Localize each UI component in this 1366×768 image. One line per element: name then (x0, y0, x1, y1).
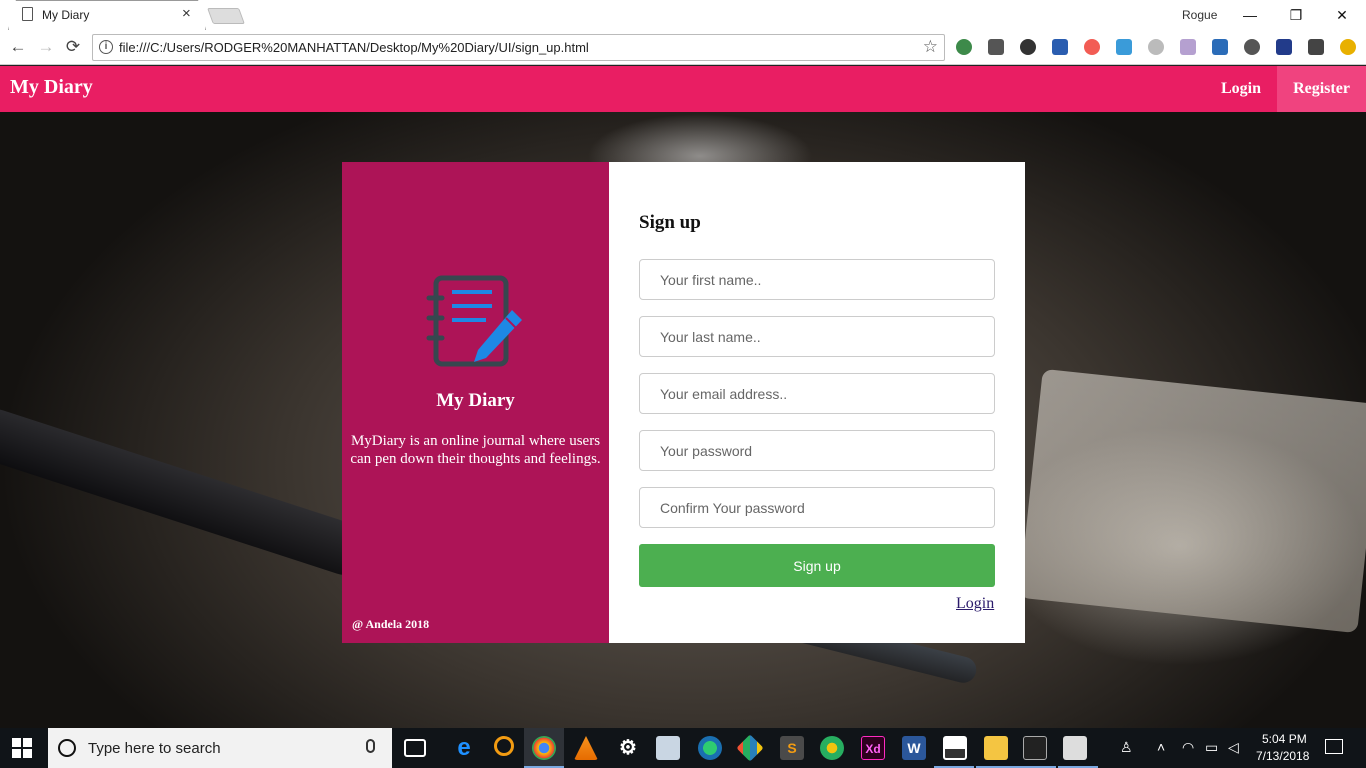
close-window-button[interactable]: ✕ (1319, 2, 1365, 28)
people-icon[interactable]: ♙ (1120, 739, 1133, 756)
minimize-button[interactable]: — (1227, 2, 1273, 28)
info-icon[interactable]: i (99, 40, 113, 54)
page: My Diary Login Register My Diary MyDiary… (0, 66, 1366, 728)
wifi-icon[interactable]: ◠ (1182, 739, 1194, 756)
bookmark-star-icon[interactable]: ☆ (923, 37, 938, 57)
pdf-icon[interactable] (1180, 39, 1196, 55)
terminal-icon[interactable] (1023, 736, 1047, 760)
download-icon[interactable] (1308, 39, 1324, 55)
email-field[interactable] (639, 373, 995, 414)
alert-icon[interactable] (1340, 39, 1356, 55)
cancel-icon[interactable] (1084, 39, 1100, 55)
search-app-icon[interactable] (494, 736, 514, 756)
browser-toolbar: ← → ⟳ i file:///C:/Users/RODGER%20MANHAT… (0, 30, 1366, 65)
last-name-field[interactable] (639, 316, 995, 357)
background-pen (0, 402, 378, 582)
globe-icon[interactable] (956, 39, 972, 55)
panel-title: My Diary (436, 390, 515, 411)
signup-button[interactable]: Sign up (639, 544, 995, 587)
windows-start-icon[interactable] (12, 738, 32, 758)
volume-icon[interactable]: ◁ (1228, 739, 1239, 756)
bus-icon[interactable] (988, 39, 1004, 55)
microphone-icon[interactable] (366, 739, 375, 753)
restore-button[interactable]: ❐ (1273, 2, 1319, 28)
chrome-icon[interactable] (532, 736, 556, 760)
first-name-field[interactable] (639, 259, 995, 300)
forward-button[interactable]: → (36, 37, 56, 57)
address-bar[interactable]: i file:///C:/Users/RODGER%20MANHATTAN/De… (92, 34, 945, 61)
reload-button[interactable]: ⟳ (63, 37, 83, 57)
notifications-icon[interactable] (1325, 739, 1343, 754)
taskbar-search[interactable]: Type here to search (48, 728, 392, 768)
clock-time[interactable]: 5:04 PM (1262, 732, 1307, 746)
image-icon[interactable] (1116, 39, 1132, 55)
background-notebook (1018, 368, 1366, 634)
notebook-pen-icon (426, 275, 522, 367)
panel-description: MyDiary is an online journal where users… (350, 433, 601, 467)
brand-link[interactable]: My Diary (10, 76, 93, 99)
taskbar: Type here to search e ⚙ S Xd W ♙ ˄ ◠ ▭ ◁… (0, 728, 1366, 768)
confirm-password-field[interactable] (639, 487, 995, 528)
login-link[interactable]: Login (956, 595, 994, 613)
panel-footer: @ Andela 2018 (352, 617, 430, 631)
snail-icon[interactable] (820, 736, 844, 760)
settings-icon[interactable]: ⚙ (616, 736, 640, 760)
back-button[interactable]: ← (8, 37, 28, 57)
signup-panel: Sign up Sign up Login (609, 162, 1025, 643)
file-explorer-icon[interactable] (984, 736, 1008, 760)
gmail-icon[interactable] (1052, 39, 1068, 55)
chevron-up-icon[interactable]: ˄ (1157, 739, 1165, 755)
nav-register-link[interactable]: Register (1277, 66, 1366, 112)
browser-tab[interactable] (8, 0, 206, 30)
xd-icon[interactable]: Xd (861, 736, 885, 760)
puzzle-icon[interactable] (1020, 39, 1036, 55)
search-placeholder: Type here to search (88, 740, 221, 757)
battery-icon[interactable]: ▭ (1205, 739, 1218, 756)
new-tab-button[interactable] (207, 8, 245, 24)
sublime-icon[interactable]: S (780, 736, 804, 760)
tab-title[interactable]: My Diary (42, 8, 89, 22)
edge-icon[interactable]: e (452, 736, 476, 760)
clock-date[interactable]: 7/13/2018 (1256, 749, 1309, 763)
word-icon[interactable]: W (902, 736, 926, 760)
info-panel: My Diary MyDiary is an online journal wh… (342, 162, 609, 643)
remote-desktop-icon[interactable] (1063, 736, 1087, 760)
git-icon[interactable] (736, 734, 764, 762)
navbar: My Diary Login Register (0, 66, 1366, 112)
bookmark-icon[interactable] (1276, 39, 1292, 55)
cortana-icon (58, 739, 76, 757)
photos-icon[interactable] (656, 736, 680, 760)
page-icon (22, 7, 33, 21)
maps-icon[interactable] (698, 736, 722, 760)
vlc-icon[interactable] (574, 736, 598, 760)
form-title: Sign up (639, 212, 701, 233)
tab-close-icon[interactable]: × (182, 5, 191, 22)
image-viewer-icon[interactable] (943, 736, 967, 760)
task-view-icon[interactable] (404, 739, 426, 757)
medium-icon[interactable] (1148, 39, 1164, 55)
nav-login-link[interactable]: Login (1205, 66, 1277, 112)
browser-tab-bar: My Diary × Rogue — ❐ ✕ (0, 0, 1366, 30)
profile-name[interactable]: Rogue (1182, 8, 1217, 22)
url-text[interactable]: file:///C:/Users/RODGER%20MANHATTAN/Desk… (119, 40, 589, 55)
download-manager-icon[interactable] (1212, 39, 1228, 55)
password-field[interactable] (639, 430, 995, 471)
settings-ext-icon[interactable] (1244, 39, 1260, 55)
